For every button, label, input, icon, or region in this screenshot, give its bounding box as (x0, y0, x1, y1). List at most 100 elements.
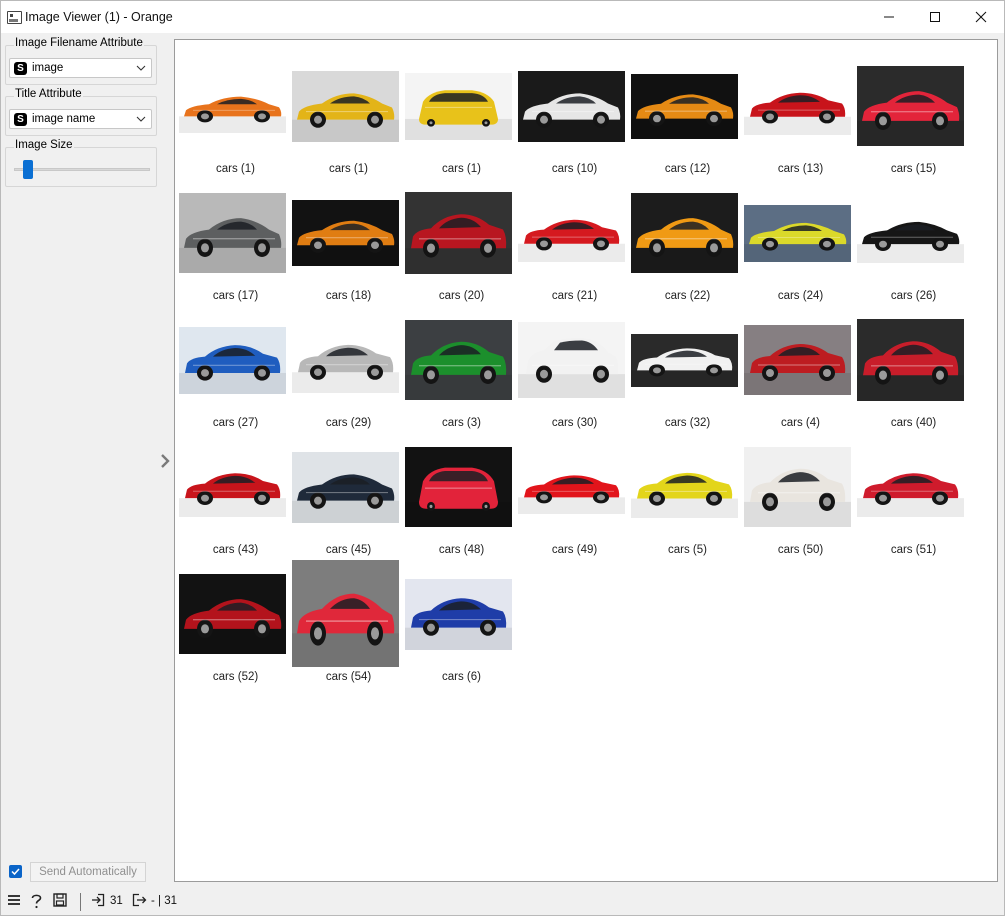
image-tile[interactable]: cars (22) (631, 177, 744, 302)
status-separator (80, 893, 81, 911)
auto-send-checkbox[interactable] (9, 865, 22, 878)
string-variable-icon: S (14, 62, 27, 75)
image-title: cars (1) (216, 163, 255, 175)
image-tile[interactable]: cars (1) (405, 50, 518, 175)
image-title: cars (24) (777, 290, 824, 302)
image-title: cars (15) (890, 163, 937, 175)
image-tile[interactable]: cars (29) (292, 304, 405, 429)
image-title: cars (30) (551, 417, 598, 429)
send-automatically-button[interactable]: Send Automatically (30, 862, 146, 882)
car-thumbnail (179, 457, 286, 517)
car-thumbnail (405, 72, 512, 140)
image-tile[interactable]: cars (21) (518, 177, 631, 302)
image-title: cars (10) (551, 163, 598, 175)
image-tile[interactable]: cars (45) (292, 431, 405, 556)
image-tile[interactable]: cars (51) (857, 431, 970, 556)
collapse-panel-arrow-icon[interactable] (158, 452, 172, 470)
image-grid[interactable]: cars (1) cars (1) cars (1) cars (10) cars (1… (174, 39, 998, 882)
image-size-slider-track[interactable] (14, 168, 150, 171)
control-area: Image Filename Attribute S image Title A… (1, 33, 161, 883)
image-title: cars (40) (890, 417, 937, 429)
title-attribute-value: image name (32, 113, 96, 125)
close-button[interactable] (958, 1, 1004, 33)
image-title: cars (45) (325, 544, 372, 556)
image-tile[interactable]: cars (50) (744, 431, 857, 556)
title-bar: Image Viewer (1) - Orange (1, 1, 1004, 33)
image-tile[interactable]: cars (26) (857, 177, 970, 302)
car-thumbnail (744, 204, 851, 262)
input-count: 31 (110, 895, 123, 907)
image-size-group: Image Size (5, 139, 157, 187)
filename-attribute-group: Image Filename Attribute S image (5, 37, 157, 85)
car-thumbnail (744, 325, 851, 395)
image-title: cars (22) (664, 290, 711, 302)
car-thumbnail (179, 326, 286, 394)
image-title: cars (1) (329, 163, 368, 175)
image-tile[interactable]: cars (43) (179, 431, 292, 556)
maximize-button[interactable] (912, 1, 958, 33)
image-tile[interactable]: cars (27) (179, 304, 292, 429)
image-tile[interactable]: cars (12) (631, 50, 744, 175)
image-title: cars (4) (781, 417, 820, 429)
menu-icon[interactable] (7, 893, 21, 907)
image-tile[interactable]: cars (49) (518, 431, 631, 556)
image-title: cars (43) (212, 544, 259, 556)
image-tile[interactable]: cars (17) (179, 177, 292, 302)
image-tile[interactable]: cars (40) (857, 304, 970, 429)
car-thumbnail (631, 73, 738, 139)
image-tile[interactable]: cars (6) (405, 558, 518, 683)
image-title: cars (29) (325, 417, 372, 429)
input-signal-icon (92, 893, 105, 907)
save-icon[interactable] (53, 893, 67, 907)
image-tile[interactable]: cars (48) (405, 431, 518, 556)
close-icon (975, 11, 987, 23)
image-title: cars (51) (890, 544, 937, 556)
image-tile[interactable]: cars (30) (518, 304, 631, 429)
image-tile[interactable]: cars (20) (405, 177, 518, 302)
title-attribute-select[interactable]: S image name (9, 109, 152, 129)
output-signal-icon (132, 893, 147, 907)
image-title: cars (49) (551, 544, 598, 556)
car-thumbnail (631, 456, 738, 518)
car-thumbnail (179, 79, 286, 133)
filename-attribute-value: image (32, 62, 64, 74)
image-viewer-window: Image Viewer (1) - Orange Image Filename… (0, 0, 1005, 916)
car-thumbnail (292, 451, 399, 523)
image-title: cars (21) (551, 290, 598, 302)
image-tile[interactable]: cars (10) (518, 50, 631, 175)
image-tile[interactable]: cars (13) (744, 50, 857, 175)
image-tile[interactable]: cars (52) (179, 558, 292, 683)
title-attribute-group: Title Attribute S image name (5, 88, 157, 136)
app-image-icon (7, 11, 22, 24)
image-tile[interactable]: cars (1) (179, 50, 292, 175)
minimize-button[interactable] (866, 1, 912, 33)
image-tile[interactable]: cars (54) (292, 558, 405, 683)
chevron-down-icon (136, 116, 146, 122)
maximize-icon (930, 12, 940, 22)
car-thumbnail (744, 77, 851, 135)
car-thumbnail (518, 70, 625, 142)
image-tile[interactable]: cars (24) (744, 177, 857, 302)
help-icon[interactable] (30, 893, 43, 909)
image-title: cars (12) (664, 163, 711, 175)
string-variable-icon: S (14, 113, 27, 126)
car-thumbnail (292, 200, 399, 266)
image-title: cars (48) (438, 544, 485, 556)
image-tile[interactable]: cars (3) (405, 304, 518, 429)
image-tile[interactable]: cars (4) (744, 304, 857, 429)
car-thumbnail (179, 574, 286, 654)
image-tile[interactable]: cars (18) (292, 177, 405, 302)
car-thumbnail (405, 578, 512, 650)
car-thumbnail (292, 560, 399, 667)
status-bar: 31 - | 31 (1, 890, 1004, 914)
image-size-slider-handle[interactable] (23, 160, 33, 179)
image-title: cars (3) (442, 417, 481, 429)
car-thumbnail (292, 327, 399, 393)
image-tile[interactable]: cars (15) (857, 50, 970, 175)
output-status: - | 31 (151, 895, 177, 907)
image-tile[interactable]: cars (32) (631, 304, 744, 429)
filename-attribute-select[interactable]: S image (9, 58, 152, 78)
car-thumbnail (631, 193, 738, 273)
image-tile[interactable]: cars (1) (292, 50, 405, 175)
image-tile[interactable]: cars (5) (631, 431, 744, 556)
